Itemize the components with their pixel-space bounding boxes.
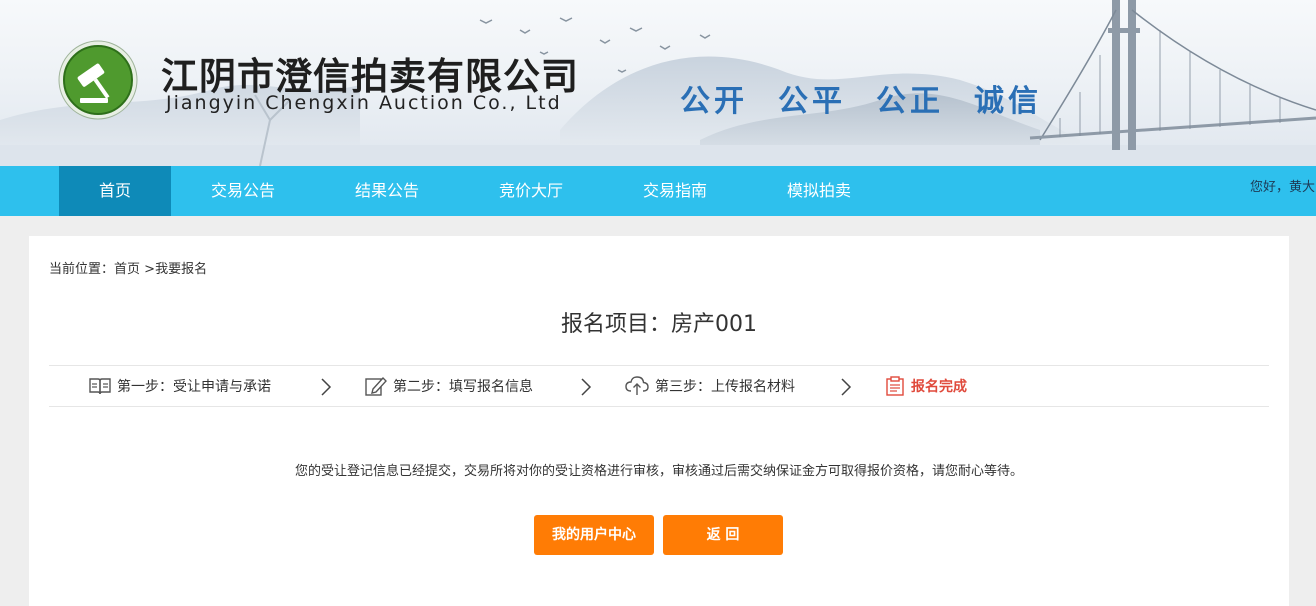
breadcrumb-separator: > <box>140 262 156 277</box>
nav-item-trade-notice[interactable]: 交易公告 <box>171 166 315 216</box>
user-center-button[interactable]: 我的用户中心 <box>534 515 654 555</box>
user-greeting[interactable]: 您好，黄大 <box>1250 166 1315 216</box>
step-label: 第二步：填写报名信息 <box>393 379 533 395</box>
content-panel: 当前位置：首页 >我要报名 报名项目：房产001 第一步：受让申请与承诺 第二步… <box>29 236 1289 606</box>
slogan-word: 公正 <box>876 84 944 119</box>
header-banner: 江阴市澄信拍卖有限公司 Jiangyin Chengxin Auction Co… <box>0 0 1316 166</box>
step-1: 第一步：受让申请与承诺 <box>89 366 271 406</box>
main-nav: 首页 交易公告 结果公告 竞价大厅 交易指南 模拟拍卖 您好，黄大 <box>0 166 1316 216</box>
nav-item-bidding-hall[interactable]: 竞价大厅 <box>459 166 603 216</box>
nav-item-home[interactable]: 首页 <box>59 166 171 216</box>
edit-icon <box>365 376 387 396</box>
slogan: 公开 公平 公正 诚信 <box>680 76 1042 120</box>
breadcrumb-home-link[interactable]: 首页 <box>114 262 140 277</box>
step-label: 第一步：受让申请与承诺 <box>117 379 271 395</box>
chevron-right-icon <box>581 378 592 396</box>
progress-steps: 第一步：受让申请与承诺 第二步：填写报名信息 第三步：上传报名材料 报名完成 <box>49 365 1269 407</box>
slogan-word: 公平 <box>778 84 846 119</box>
nav-item-mock-auction[interactable]: 模拟拍卖 <box>747 166 891 216</box>
step-4: 报名完成 <box>885 366 967 406</box>
step-3: 第三步：上传报名材料 <box>625 366 795 406</box>
step-label: 第三步：上传报名材料 <box>655 379 795 395</box>
chevron-right-icon <box>841 378 852 396</box>
company-name-en: Jiangyin Chengxin Auction Co., Ltd <box>166 92 562 114</box>
auction-gavel-icon <box>58 40 138 120</box>
submission-notice: 您的受让登记信息已经提交，交易所将对你的受让资格进行审核，审核通过后需交纳保证金… <box>294 464 1023 479</box>
project-title: 报名项目：房产001 <box>561 312 757 337</box>
step-label: 报名完成 <box>911 379 967 395</box>
clipboard-icon <box>886 376 904 396</box>
back-button[interactable]: 返 回 <box>663 515 783 555</box>
nav-item-trade-guide[interactable]: 交易指南 <box>603 166 747 216</box>
cloud-upload-icon <box>625 376 649 395</box>
breadcrumb-prefix: 当前位置： <box>49 262 115 277</box>
breadcrumb: 当前位置：首页 >我要报名 <box>49 258 207 277</box>
step-2: 第二步：填写报名信息 <box>365 366 533 406</box>
chevron-right-icon <box>321 378 332 396</box>
slogan-word: 诚信 <box>974 84 1042 119</box>
nav-item-result-notice[interactable]: 结果公告 <box>315 166 459 216</box>
slogan-word: 公开 <box>680 84 748 119</box>
book-icon <box>89 378 111 395</box>
breadcrumb-current: 我要报名 <box>155 262 208 277</box>
